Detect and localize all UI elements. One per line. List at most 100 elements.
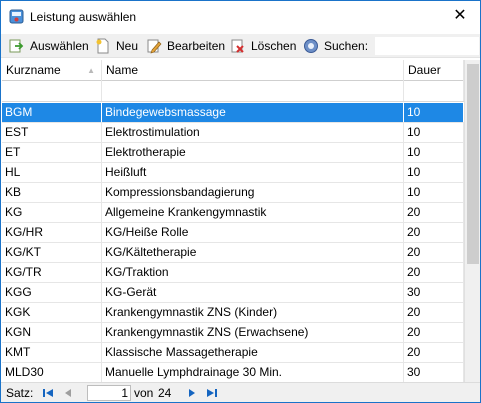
next-record-button[interactable]	[183, 385, 201, 401]
search-icon	[304, 39, 318, 53]
cell-name: Allgemeine Krankengymnastik	[102, 203, 404, 222]
services-grid: Kurzname ▲ Name Dauer BGM Bindegewebsmass…	[2, 60, 480, 382]
first-record-icon	[43, 389, 53, 397]
close-button[interactable]: ✕	[440, 1, 480, 31]
last-record-button[interactable]	[203, 385, 221, 401]
search-label: Suchen:	[324, 39, 369, 53]
app-icon	[9, 9, 24, 24]
window-title: Leistung auswählen	[30, 10, 137, 24]
select-icon	[9, 39, 24, 53]
new-document-icon	[96, 38, 109, 54]
filter-cell-dauer[interactable]	[404, 81, 464, 101]
cell-name: Elektrostimulation	[102, 123, 404, 142]
table-row[interactable]: ET Elektrotherapie 10	[2, 143, 464, 163]
cell-kurzname: KB	[2, 183, 102, 202]
cell-kurzname: KGK	[2, 303, 102, 322]
cell-dauer: 20	[404, 343, 464, 362]
cell-dauer: 30	[404, 283, 464, 302]
cell-dauer: 20	[404, 263, 464, 282]
search-input[interactable]	[375, 37, 479, 55]
cell-name: KG/Kältetherapie	[102, 243, 404, 262]
table-row[interactable]: KB Kompressionsbandagierung 10	[2, 183, 464, 203]
delete-button[interactable]: Löschen	[230, 36, 296, 56]
search-label-group: Suchen:	[303, 36, 368, 56]
table-row[interactable]: BGM Bindegewebsmassage 10	[2, 103, 464, 123]
table-row[interactable]: KG/KT KG/Kältetherapie 20	[2, 243, 464, 263]
of-label: von	[134, 386, 154, 400]
record-navigator: Satz: von 24	[1, 382, 480, 402]
new-label: Neu	[116, 39, 139, 53]
cell-kurzname: KMT	[2, 343, 102, 362]
grid-header: Kurzname ▲ Name Dauer	[2, 60, 464, 81]
table-row[interactable]: KGN Krankengymnastik ZNS (Erwachsene) 20	[2, 323, 464, 343]
table-row[interactable]: KGG KG-Gerät 30	[2, 283, 464, 303]
last-record-icon	[207, 389, 217, 397]
cell-kurzname: KG/KT	[2, 243, 102, 262]
cell-kurzname: HL	[2, 163, 102, 182]
record-number-input[interactable]	[87, 385, 131, 401]
column-header-kurzname[interactable]: Kurzname ▲	[2, 60, 102, 81]
cell-kurzname: KG	[2, 203, 102, 222]
title-bar: Leistung auswählen ✕	[1, 1, 480, 32]
delete-icon	[231, 39, 244, 53]
cell-name: KG-Gerät	[102, 283, 404, 302]
cell-dauer: 20	[404, 203, 464, 222]
cell-name: Kompressionsbandagierung	[102, 183, 404, 202]
record-label: Satz:	[6, 386, 34, 400]
cell-dauer: 30	[404, 363, 464, 382]
table-row[interactable]: KG Allgemeine Krankengymnastik 20	[2, 203, 464, 223]
next-record-icon	[189, 389, 195, 397]
cell-kurzname: MLD30	[2, 363, 102, 382]
column-header-dauer[interactable]: Dauer	[404, 60, 464, 81]
cell-dauer: 20	[404, 223, 464, 242]
cell-kurzname: KGN	[2, 323, 102, 342]
cell-kurzname: KG/HR	[2, 223, 102, 242]
cell-dauer: 10	[404, 143, 464, 162]
table-row[interactable]: KG/HR KG/Heiße Rolle 20	[2, 223, 464, 243]
sort-ascending-icon: ▲	[87, 66, 95, 75]
delete-label: Löschen	[251, 39, 297, 53]
edit-button[interactable]: Bearbeiten	[146, 36, 225, 56]
table-row[interactable]: KGK Krankengymnastik ZNS (Kinder) 20	[2, 303, 464, 323]
filter-row[interactable]	[2, 81, 464, 102]
cell-dauer: 20	[404, 323, 464, 342]
toolbar: Auswählen Neu Bearbeiten Löschen Suchen:	[1, 34, 480, 58]
cell-dauer: 10	[404, 163, 464, 182]
first-record-button[interactable]	[39, 385, 57, 401]
cell-name: Krankengymnastik ZNS (Kinder)	[102, 303, 404, 322]
cell-name: Klassische Massagetherapie	[102, 343, 404, 362]
cell-kurzname: ET	[2, 143, 102, 162]
cell-kurzname: KG/TR	[2, 263, 102, 282]
cell-name: KG/Traktion	[102, 263, 404, 282]
previous-record-button[interactable]	[59, 385, 77, 401]
cell-name: Elektrotherapie	[102, 143, 404, 162]
cell-kurzname: KGG	[2, 283, 102, 302]
edit-label: Bearbeiten	[167, 39, 226, 53]
cell-dauer: 10	[404, 123, 464, 142]
cell-dauer: 10	[404, 183, 464, 202]
table-row[interactable]: EST Elektrostimulation 10	[2, 123, 464, 143]
total-records: 24	[158, 386, 172, 400]
cell-kurzname: BGM	[2, 103, 102, 122]
cell-name: KG/Heiße Rolle	[102, 223, 404, 242]
table-row[interactable]: KG/TR KG/Traktion 20	[2, 263, 464, 283]
scrollbar-thumb[interactable]	[467, 64, 479, 264]
cell-dauer: 20	[404, 243, 464, 262]
table-row[interactable]: MLD30 Manuelle Lymphdrainage 30 Min. 30	[2, 363, 464, 382]
select-button[interactable]: Auswählen	[9, 36, 89, 56]
cell-kurzname: EST	[2, 123, 102, 142]
dialog-window: Leistung auswählen ✕ Auswählen Neu Bearb…	[0, 0, 481, 403]
cell-name: Krankengymnastik ZNS (Erwachsene)	[102, 323, 404, 342]
cell-dauer: 10	[404, 103, 464, 122]
column-header-name[interactable]: Name	[102, 60, 404, 81]
cell-dauer: 20	[404, 303, 464, 322]
table-row[interactable]: KMT Klassische Massagetherapie 20	[2, 343, 464, 363]
filter-cell-kurzname[interactable]	[2, 81, 102, 101]
edit-icon	[147, 39, 162, 54]
previous-record-icon	[65, 389, 71, 397]
filter-cell-name[interactable]	[102, 81, 404, 101]
vertical-scrollbar[interactable]	[464, 60, 480, 382]
table-row[interactable]: HL Heißluft 10	[2, 163, 464, 183]
new-button[interactable]: Neu	[95, 36, 138, 56]
cell-name: Manuelle Lymphdrainage 30 Min.	[102, 363, 404, 382]
